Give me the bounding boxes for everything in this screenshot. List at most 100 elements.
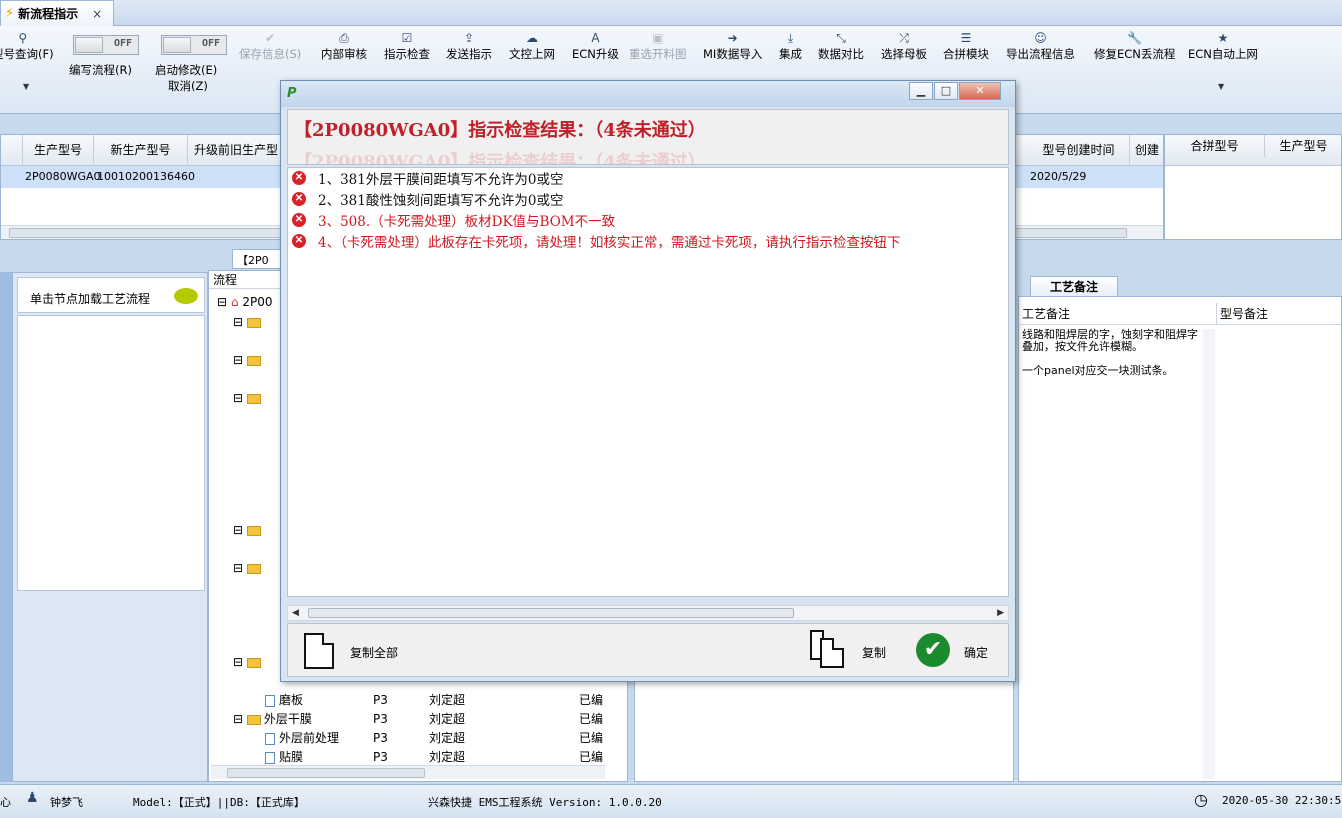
scroll-right-icon[interactable]: ▶: [997, 606, 1004, 620]
compress-icon: ⤡: [836, 31, 846, 45]
fix-ecn-button[interactable]: 🔧 修复ECN丢流程: [1094, 30, 1175, 62]
user-icon: ♟: [26, 790, 39, 806]
folder-icon: [246, 317, 261, 328]
item-status: 已编: [579, 731, 604, 745]
col-model-notes[interactable]: 型号备注: [1217, 303, 1342, 325]
edit-process-label: 编写流程(R): [69, 63, 132, 77]
toggle-knob: [163, 37, 191, 53]
save-info-button[interactable]: ✔ 保存信息(S): [239, 30, 301, 62]
mi-import-button[interactable]: ➜ MI数据导入: [703, 30, 762, 62]
load-hint-text: 单击节点加载工艺流程: [30, 292, 151, 306]
tree-item[interactable]: 磨板: [265, 691, 303, 710]
col-production-model[interactable]: 生产型号: [1265, 135, 1342, 157]
ok-button[interactable]: 确定: [964, 644, 988, 661]
list-item[interactable]: ✕ 3、508.（卡死需处理）板材DK值与BOM不一致: [292, 210, 615, 230]
dropdown-arrow-icon[interactable]: ▼: [1218, 82, 1224, 91]
clock-icon: ◷: [1194, 790, 1208, 809]
tree-folder[interactable]: ⊟: [233, 351, 264, 370]
tree-root[interactable]: ⊟ ⌂ 2P00: [217, 293, 272, 312]
start-modify-label: 启动修改(E): [155, 63, 218, 77]
tree-folder[interactable]: ⊟: [233, 559, 264, 578]
close-button[interactable]: ✕: [959, 82, 1001, 100]
check-icon: ✔: [265, 31, 276, 45]
notes-vscroll[interactable]: [1203, 329, 1215, 779]
minimize-button[interactable]: ▁: [909, 82, 933, 100]
col-new-model[interactable]: 新生产型号: [94, 135, 188, 166]
tab-close-button[interactable]: ×: [92, 7, 102, 21]
list-item[interactable]: ✕ 4、（卡死需处理）此板存在卡死项，请处理！如核实正常，需通过卡死项，请执行指…: [292, 231, 900, 251]
side-collapse-strip[interactable]: [0, 272, 12, 782]
printer-icon: ⎙: [339, 31, 349, 45]
select-motherboard-button[interactable]: ⤮ 选择母板: [881, 30, 927, 62]
scroll-left-icon[interactable]: ◀: [292, 606, 299, 620]
upload-icon: ⇪: [463, 31, 475, 45]
folder-icon: [246, 714, 261, 725]
page-icon: [265, 694, 275, 707]
font-icon: A: [591, 31, 600, 45]
cell-model: 2P0080WGA0: [25, 170, 101, 183]
load-panel-body: [17, 315, 205, 591]
item-status: 已编: [579, 712, 604, 726]
list-item[interactable]: ✕ 2、381酸性蚀刻间距填写不允许为0或空: [292, 189, 563, 209]
col-old-model[interactable]: 升级前旧生产型: [188, 135, 284, 166]
tree-item[interactable]: 外层前处理: [265, 729, 339, 748]
data-compare-button[interactable]: ⤡ 数据对比: [818, 30, 864, 62]
ecn-auto-online-button[interactable]: ★ ECN自动上网: [1188, 30, 1258, 62]
tree-folder[interactable]: ⊟: [233, 653, 264, 672]
dialog-title-shadow: 【2P0080WGA0】指示检查结果：（4条未通过）: [294, 152, 706, 165]
scroll-thumb[interactable]: [308, 608, 794, 618]
start-modify-toggle[interactable]: OFF: [161, 35, 227, 55]
error-list: ✕ 1、381外层干膜间距填写不允许为0或空 ✕ 2、381酸性蚀刻间距填写不允…: [287, 167, 1009, 597]
tree-folder[interactable]: ⊟: [233, 389, 264, 408]
ecn-upgrade-button[interactable]: A ECN升级: [572, 30, 619, 62]
dropdown-arrow-icon[interactable]: ▼: [23, 82, 29, 91]
cell-created: 2020/5/29: [1030, 170, 1087, 183]
shuffle-icon: ⤮: [899, 31, 909, 45]
cloud-upload-icon: ☁: [526, 31, 538, 45]
checkmark-icon[interactable]: ✔: [916, 633, 950, 667]
wrench-icon: 🔧: [1127, 31, 1143, 45]
error-icon: ✕: [292, 192, 306, 206]
scroll-thumb[interactable]: [227, 768, 425, 778]
tab-new-process[interactable]: ⚡ 新流程指示 ×: [0, 0, 114, 26]
tree-hscroll[interactable]: [211, 765, 605, 779]
checkbox-icon: ☑: [401, 31, 413, 45]
instruction-check-button[interactable]: ☑ 指示检查: [384, 30, 430, 62]
list-item[interactable]: ✕ 1、381外层干膜间距填写不允许为0或空: [292, 168, 563, 188]
merge-module-button[interactable]: ☰ 合拼模块: [943, 30, 989, 62]
item-person: 刘定超: [429, 693, 466, 707]
copy-button[interactable]: 复制: [862, 644, 886, 661]
tab-process-notes[interactable]: 工艺备注: [1030, 276, 1118, 297]
image-icon: ▣: [652, 31, 664, 45]
send-instruction-button[interactable]: ⇪ 发送指示: [446, 30, 492, 62]
load-hint[interactable]: 单击节点加载工艺流程: [17, 277, 205, 313]
reselect-cutting-button[interactable]: ▣ 重选开料图: [629, 30, 687, 62]
col-process-notes[interactable]: 工艺备注: [1019, 303, 1217, 325]
maximize-button[interactable]: □: [934, 82, 958, 100]
doc-online-button[interactable]: ☁ 文控上网: [509, 30, 555, 62]
internal-review-button[interactable]: ⎙ 内部审核: [321, 30, 367, 62]
dialog-titlebar[interactable]: P ▁ □ ✕: [281, 81, 1015, 107]
copy-icon-front[interactable]: [820, 638, 844, 668]
cell-new-model: 10010200136460: [97, 170, 195, 183]
edit-process-toggle[interactable]: OFF: [73, 35, 139, 55]
model-query-button[interactable]: ⚲ 型号查询(F): [0, 30, 54, 62]
status-user: 钟梦飞: [50, 796, 83, 809]
col-created[interactable]: 创建: [1130, 135, 1165, 166]
export-process-button[interactable]: ☺ 导出流程信息: [1006, 30, 1075, 62]
tree-folder-item[interactable]: ⊟ 外层干膜: [233, 710, 312, 729]
col-created-time[interactable]: 型号创建时间: [1028, 135, 1130, 166]
tab-title: 新流程指示: [18, 7, 79, 21]
col-model[interactable]: 生产型号: [23, 135, 94, 166]
tree-folder[interactable]: ⊟: [233, 521, 264, 540]
document-icon[interactable]: [304, 633, 334, 669]
folder-icon: [246, 525, 261, 536]
tree-folder[interactable]: ⊟: [233, 313, 264, 332]
smile-icon: ☺: [1034, 31, 1047, 45]
col-merge-model[interactable]: 合拼型号: [1165, 135, 1265, 157]
integrate-button[interactable]: ⤓ 集成: [779, 30, 802, 62]
cancel-label[interactable]: 取消(Z): [168, 78, 208, 94]
error-list-hscroll[interactable]: ◀ ▶: [287, 605, 1009, 621]
signin-icon: ➜: [727, 31, 738, 45]
copy-all-button[interactable]: 复制全部: [350, 644, 398, 661]
